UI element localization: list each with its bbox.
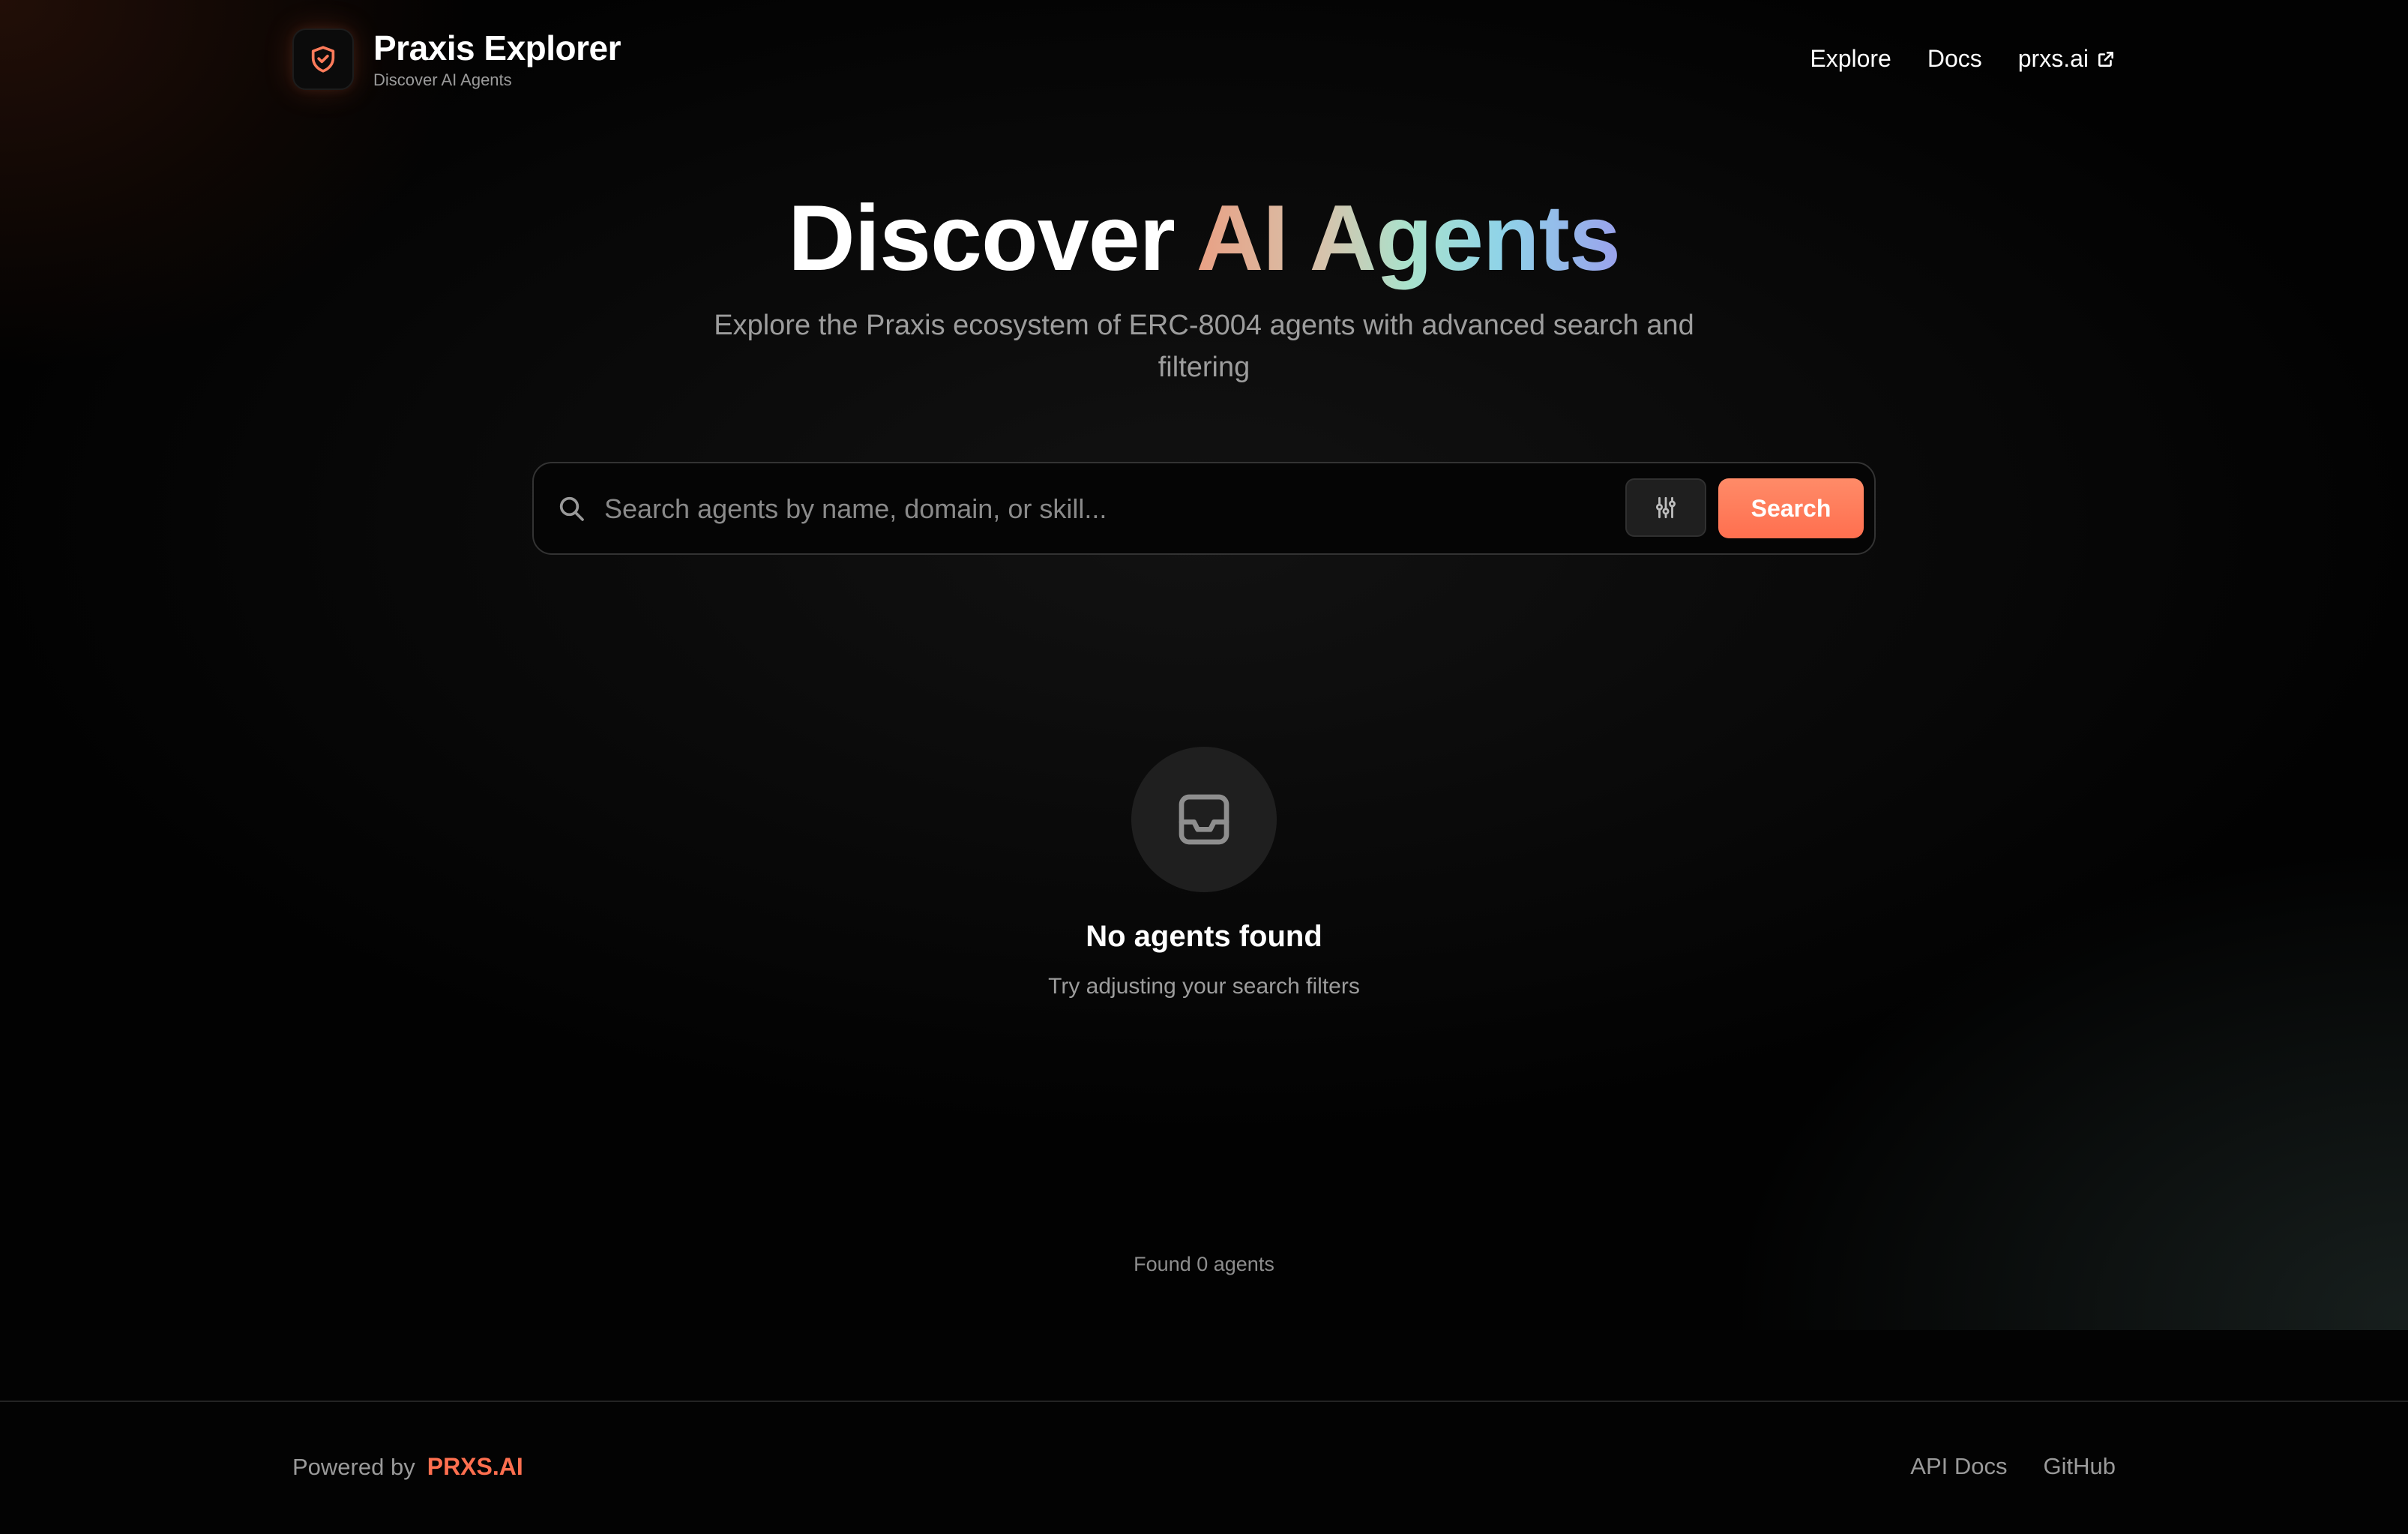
brand-title: Praxis Explorer xyxy=(373,28,621,67)
page: Praxis Explorer Discover AI Agents Explo… xyxy=(0,0,2408,1534)
logo[interactable] xyxy=(292,28,354,90)
nav-prxs-link[interactable]: prxs.ai xyxy=(2018,45,2116,73)
nav-prxs-label: prxs.ai xyxy=(2017,45,2089,72)
footer-brand-link[interactable]: PRXS.AI xyxy=(427,1453,523,1481)
hero-title-plain: Discover xyxy=(788,187,1176,290)
hero-subtitle: Explore the Praxis ecosystem of ERC-8004… xyxy=(714,310,1694,383)
search-icon xyxy=(559,496,584,521)
brand-text: Praxis Explorer Discover AI Agents xyxy=(373,28,621,90)
footer-github-link[interactable]: GitHub xyxy=(2044,1453,2116,1480)
result-count: Found 0 agents xyxy=(1134,1253,1274,1275)
nav-docs-link[interactable]: Docs xyxy=(1927,45,1982,73)
main-area: Praxis Explorer Discover AI Agents Explo… xyxy=(0,0,2408,1330)
header: Praxis Explorer Discover AI Agents Explo… xyxy=(292,28,2116,96)
footer-divider xyxy=(0,1401,2408,1402)
brand[interactable]: Praxis Explorer Discover AI Agents xyxy=(292,28,621,90)
inbox-icon xyxy=(1179,794,1229,845)
hero-title: Discover AI Agents xyxy=(0,186,2408,291)
search-input[interactable] xyxy=(604,480,1399,538)
external-link-icon xyxy=(2098,51,2113,67)
hero-title-gradient: AI Agents xyxy=(1196,187,1621,290)
empty-state-icon-container xyxy=(1131,747,1277,892)
nav-explore-label: Explore xyxy=(1810,45,1891,72)
filter-button[interactable] xyxy=(1625,478,1706,537)
empty-state-title: No agents found xyxy=(1086,920,1322,953)
search-button[interactable]: Search xyxy=(1718,478,1864,538)
footer-powered-by: Powered by PRXS.AI xyxy=(292,1453,523,1481)
shield-check-icon xyxy=(311,46,335,73)
empty-state-subtitle: Try adjusting your search filters xyxy=(1048,974,1360,999)
footer: Powered by PRXS.AI API Docs GitHub xyxy=(0,1330,2408,1534)
nav-docs-label: Docs xyxy=(1927,45,1982,72)
powered-by-label: Powered by xyxy=(292,1454,415,1480)
footer-api-docs-link[interactable]: API Docs xyxy=(1910,1453,2007,1480)
sliders-icon xyxy=(1655,496,1676,519)
nav-explore-link[interactable]: Explore xyxy=(1810,45,1891,73)
brand-subtitle: Discover AI Agents xyxy=(373,70,512,89)
footer-links: API Docs GitHub xyxy=(1910,1453,2116,1480)
top-nav: Explore Docs prxs.ai xyxy=(1810,45,2116,73)
search-bar: Search xyxy=(532,462,1876,555)
